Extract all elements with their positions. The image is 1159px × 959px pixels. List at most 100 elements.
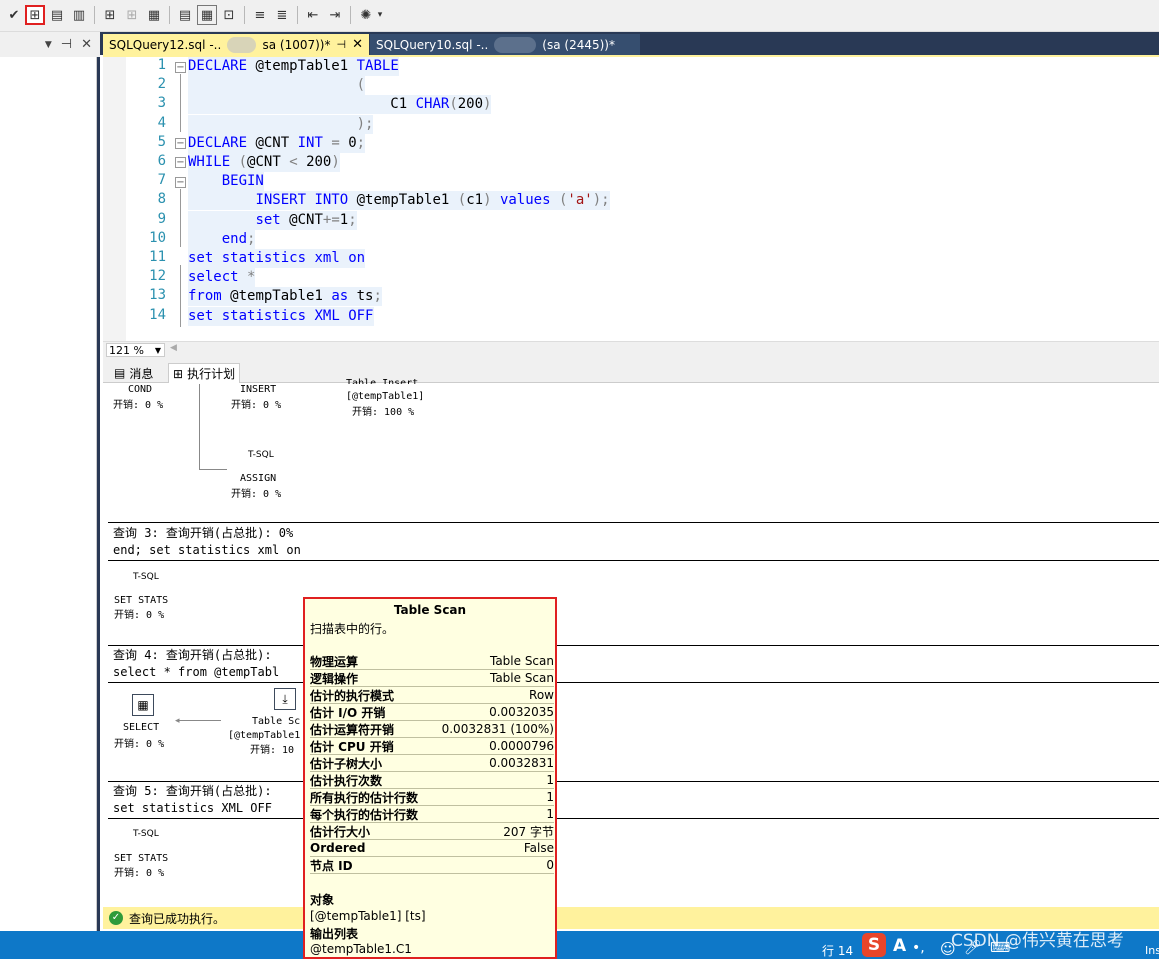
uncomment-icon[interactable]: ≣ xyxy=(272,5,292,25)
tooltip-value: 207 字节 xyxy=(503,824,554,839)
table-scan-operator-icon[interactable]: ⤓ xyxy=(274,688,296,710)
success-icon: ✓ xyxy=(109,911,123,925)
tab-messages[interactable]: ▤ 消息 xyxy=(110,363,157,383)
tooltip-row: 所有执行的估计行数 1 xyxy=(310,789,554,806)
toolbar-overflow-icon[interactable]: ▾ xyxy=(374,5,386,25)
tooltip-object-value: [@tempTable1] [ts] xyxy=(310,909,426,923)
select-operator-icon[interactable]: ▦ xyxy=(132,694,154,716)
close-icon[interactable]: ✕ xyxy=(352,37,363,52)
code-line[interactable]: set @CNT+=1; xyxy=(188,210,357,230)
pin-icon[interactable]: ⊣ xyxy=(61,37,72,52)
tab-file-label: SQLQuery10.sql -.. xyxy=(376,37,489,52)
watermark: CSDN @伟兴黄在思考 xyxy=(951,931,1124,951)
collapse-icon[interactable]: − xyxy=(175,157,186,168)
tooltip-key: Ordered xyxy=(310,841,366,855)
tooltip-row: 估计 I/O 开销 0.0032035 xyxy=(310,704,554,721)
tooltip-object-label: 对象 xyxy=(310,893,335,907)
check-icon[interactable]: ✔ xyxy=(4,5,24,25)
tooltip-key: 估计 I/O 开销 xyxy=(310,705,386,720)
code-line[interactable]: BEGIN xyxy=(188,172,264,192)
code-line[interactable]: ( xyxy=(188,76,366,96)
op-cost: 开销: 0 % xyxy=(114,610,165,621)
zoom-select[interactable]: 121 % ▼ xyxy=(106,343,165,357)
code-line[interactable]: DECLARE @tempTable1 TABLE xyxy=(188,57,399,76)
plan-icon[interactable]: ⊞ xyxy=(100,5,120,25)
code-line[interactable]: select * xyxy=(188,268,256,288)
left-panel-header: ▼ ⊣ ✕ xyxy=(0,32,100,57)
redacted-server xyxy=(227,36,257,53)
display-estimated-plan-icon[interactable]: ⊞ xyxy=(25,5,45,25)
op-cost: 开销: 0 % xyxy=(114,868,165,879)
code-line[interactable]: set statistics xml on xyxy=(188,249,366,268)
execution-plan-pane xyxy=(103,383,1159,903)
close-icon[interactable]: ✕ xyxy=(81,37,92,52)
tab-sqlquery10[interactable]: SQLQuery10.sql -.. (sa (2445))* xyxy=(370,34,640,55)
result-tabs-bar xyxy=(103,359,1159,383)
code-line[interactable]: INSERT INTO @tempTable1 (c1) values ('a'… xyxy=(188,191,610,211)
code-line[interactable]: ); xyxy=(188,114,374,134)
decrease-indent-icon[interactable]: ⇤ xyxy=(303,5,323,25)
collapse-icon[interactable]: − xyxy=(175,138,186,149)
dropdown-icon[interactable]: ▼ xyxy=(45,40,52,50)
line-number: 13 xyxy=(149,287,166,304)
tooltip-row: 估计子树大小 0.0032831 xyxy=(310,755,554,772)
query-header: 查询 4: 查询开销(占总批): xyxy=(113,648,272,662)
tooltip-value: 0.0000796 xyxy=(489,739,554,753)
op-name: Table Insert xyxy=(346,378,419,384)
tooltip-key: 估计子树大小 xyxy=(310,756,383,771)
code-line[interactable]: end; xyxy=(188,229,256,249)
op-cost: 开销: 0 % xyxy=(231,400,282,411)
plan-disabled-icon[interactable]: ⊞ xyxy=(122,5,142,25)
tab-plan-label: 执行计划 xyxy=(187,367,236,381)
tooltip-value: Table Scan xyxy=(489,671,554,685)
line-number: 3 xyxy=(157,95,166,112)
code-line[interactable]: set statistics XML OFF xyxy=(188,306,374,326)
tooltip-row: 估计运算符开销 0.0032831 (100%) xyxy=(310,721,554,738)
tsql-label: T-SQL xyxy=(133,829,159,839)
query-options-icon[interactable]: ▤ xyxy=(47,5,67,25)
tooltip-value: 1 xyxy=(546,807,554,821)
query-header: 查询 3: 查询开销(占总批): 0% xyxy=(113,526,294,540)
tooltip-description: 扫描表中的行。 xyxy=(310,622,395,636)
line-number: 9 xyxy=(157,210,166,227)
line-number: 10 xyxy=(149,229,166,246)
code-line[interactable]: from @tempTable1 as ts; xyxy=(188,287,382,307)
op-cost: 开销: 0 % xyxy=(114,739,165,750)
tooltip-row: 每个执行的估计行数 1 xyxy=(310,806,554,823)
increase-indent-icon[interactable]: ⇥ xyxy=(325,5,345,25)
specify-values-icon[interactable]: ✺ xyxy=(356,5,376,25)
tab-execution-plan[interactable]: ⊞ 执行计划 xyxy=(168,363,241,383)
pin-icon[interactable]: ⊣ xyxy=(337,38,347,51)
calculator-icon[interactable]: ▥ xyxy=(69,5,89,25)
ime-punct-icon[interactable]: •, xyxy=(912,940,925,956)
arrow-head-icon: ◂ xyxy=(175,716,180,726)
chevron-down-icon: ▼ xyxy=(154,345,161,355)
code-line[interactable]: DECLARE @CNT INT = 0; xyxy=(188,133,366,153)
tab-sqlquery12[interactable]: SQLQuery12.sql -.. sa (1007))* ⊣ ✕ xyxy=(103,34,369,55)
tooltip-key: 逻辑操作 xyxy=(310,671,359,686)
code-line[interactable]: C1 CHAR(200) xyxy=(188,95,492,115)
line-number: 11 xyxy=(149,249,166,265)
results-to-grid-icon[interactable]: ▦ xyxy=(197,5,217,25)
collapse-icon[interactable]: − xyxy=(175,62,186,73)
tsql-label: T-SQL xyxy=(133,572,159,582)
collapse-icon[interactable]: − xyxy=(175,177,186,188)
code-line[interactable]: WHILE (@CNT < 200) xyxy=(188,153,340,172)
tooltip-value: False xyxy=(523,841,554,855)
op-name: COND xyxy=(128,384,153,395)
tooltip-row: 节点 ID 0 xyxy=(310,857,554,874)
tooltip-key: 物理运算 xyxy=(310,654,359,669)
line-number: 12 xyxy=(149,268,166,285)
op-name: SET STATS xyxy=(114,595,169,606)
tooltip-key: 所有执行的估计行数 xyxy=(310,790,419,805)
scroll-left-icon[interactable]: ◀ xyxy=(170,343,177,353)
tooltip-key: 估计的执行模式 xyxy=(310,688,395,703)
ime-mode-letter[interactable]: A xyxy=(893,936,906,956)
tooltip-row: 估计行大小 207 字节 xyxy=(310,823,554,840)
ime-logo-icon[interactable]: S xyxy=(862,933,886,957)
results-to-file-icon[interactable]: ⊡ xyxy=(219,5,239,25)
comment-icon[interactable]: ≡ xyxy=(250,5,270,25)
tooltip-output-value: @tempTable1.C1 xyxy=(310,942,412,956)
results-to-text-icon[interactable]: ▤ xyxy=(175,5,195,25)
live-plan-icon[interactable]: ▦ xyxy=(144,5,164,25)
